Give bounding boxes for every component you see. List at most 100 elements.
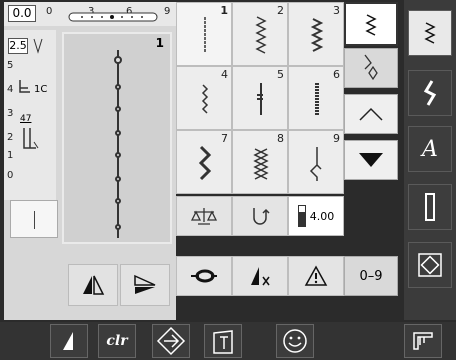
- zigzag-category-button[interactable]: [344, 2, 398, 46]
- clear-button[interactable]: clr: [98, 324, 136, 358]
- blind-stitch-icon: [309, 147, 322, 181]
- warning-icon: [304, 265, 328, 286]
- pattern-begin-icon: [251, 267, 270, 286]
- scroll-down-button[interactable]: [344, 140, 398, 180]
- sewing-machine-icon: [413, 332, 433, 350]
- stitch-point: [115, 106, 121, 112]
- mirror-vertical-button[interactable]: [120, 264, 170, 306]
- alphabets-button[interactable]: A: [408, 126, 452, 172]
- length-tick-0: 0: [7, 170, 14, 181]
- balance-scale-icon: [190, 208, 218, 225]
- vari-overlock-stitch-icon: [310, 18, 324, 52]
- mirror-horizontal-icon: [83, 275, 105, 295]
- stitch-width-setting-button[interactable]: 4.00: [288, 196, 344, 236]
- length-tick-3: 3: [7, 108, 14, 119]
- width-tick-9: 9: [164, 6, 171, 17]
- width-slider-icon[interactable]: [68, 11, 158, 25]
- needle-stop-button[interactable]: [176, 256, 232, 296]
- pattern-repeat-button[interactable]: [232, 196, 288, 236]
- presser-foot-label: 1C: [34, 84, 48, 95]
- presser-foot-icon: [19, 80, 30, 93]
- thread-tension-label: 47: [20, 114, 32, 124]
- alphabet-a-icon: A: [422, 136, 438, 162]
- stitch-1-button[interactable]: 1: [176, 2, 232, 66]
- straight-stitch-icon: [34, 211, 35, 229]
- pattern-begin-icon: [63, 332, 73, 350]
- stitch-9-button[interactable]: 9: [288, 130, 344, 194]
- width-tick-0: 0: [46, 6, 53, 17]
- smiley-icon: [283, 329, 307, 353]
- grid-controls: 0–9: [344, 2, 400, 320]
- numeric-entry-label: 0–9: [359, 268, 383, 284]
- clear-label: clr: [106, 333, 128, 349]
- stitch-point: [115, 224, 121, 230]
- stitch-width-value[interactable]: 0.0: [8, 5, 36, 22]
- practical-stitches-button[interactable]: [408, 10, 452, 56]
- buttonholes-button[interactable]: [408, 184, 452, 230]
- stitch-7-button[interactable]: 7: [176, 130, 232, 194]
- stitch-8-button[interactable]: 8: [232, 130, 288, 194]
- alternate-pattern-button[interactable]: [344, 48, 398, 88]
- triple-straight-stitch-icon: [315, 83, 319, 115]
- mirror-vertical-icon: [134, 274, 156, 294]
- scroll-up-button[interactable]: [344, 94, 398, 134]
- decorative-stitches-button[interactable]: [408, 70, 452, 116]
- length-tick-4: 4: [7, 84, 14, 95]
- pattern-begin-bottom-button[interactable]: [50, 324, 88, 358]
- stitch-3-button[interactable]: 3: [288, 2, 344, 66]
- stitch-point: [115, 84, 121, 90]
- alternate-pattern-icon: [364, 54, 378, 81]
- bottom-toolbar: clr: [0, 322, 456, 360]
- stitch-width-bar-icon: [297, 205, 306, 227]
- tutorial-button[interactable]: [204, 324, 242, 358]
- arrow-down-filled-icon: [359, 153, 383, 167]
- thread-tension-icon: [23, 128, 39, 149]
- practical-stitch-icon: [424, 22, 436, 44]
- stitch-4-button[interactable]: 4: [176, 66, 232, 130]
- left-panel: 0.0 0 3 6 9 2.5 5 4 3 2 1 0 1C 47 1: [4, 2, 176, 320]
- pattern-end-icon: [253, 208, 270, 225]
- stitch-line: [117, 50, 119, 238]
- straight-stitch-icon: [204, 17, 206, 53]
- length-tick-5: 5: [7, 60, 14, 71]
- eco-mode-button[interactable]: [276, 324, 314, 358]
- mirror-horizontal-button[interactable]: [68, 264, 118, 306]
- stitch-width-ruler: 0.0 0 3 6 9: [4, 2, 176, 26]
- running-stitch-icon: [201, 84, 209, 114]
- stitch-grid: 1 2 3 4 5 6 7 8 9 4.00: [176, 2, 344, 320]
- combi-arrow-icon: [156, 326, 186, 356]
- quilt-icon: [418, 253, 442, 277]
- stitch-point: [115, 176, 121, 182]
- stitch-2-button[interactable]: 2: [232, 2, 288, 66]
- stitch-point: [115, 152, 121, 158]
- stitch-6-button[interactable]: 6: [288, 66, 344, 130]
- stitch-preview: 1: [62, 32, 172, 244]
- buttonhole-icon: [425, 193, 435, 221]
- honeycomb-stitch-icon: [253, 148, 269, 180]
- stitch-length-value[interactable]: 2.5: [8, 38, 28, 54]
- combi-mode-button[interactable]: [152, 324, 190, 358]
- length-tick-2: 2: [7, 132, 14, 143]
- sewing-machine-screen: 0.0 0 3 6 9 2.5 5 4 3 2 1 0 1C 47 1 1 2 …: [0, 0, 456, 360]
- length-tick-1: 1: [7, 150, 14, 161]
- preview-pattern-number: 1: [155, 36, 164, 50]
- straight-stitch-view-button[interactable]: [10, 200, 58, 238]
- stitch-point: [115, 198, 121, 204]
- pattern-begin-button[interactable]: [232, 256, 288, 296]
- category-toolbar: A: [404, 0, 456, 320]
- triple-zigzag-stitch-icon: [198, 145, 212, 181]
- stitch-width-setting-value: 4.00: [309, 209, 335, 223]
- arrow-up-outline-icon: [359, 107, 383, 121]
- quilt-stitches-button[interactable]: [408, 242, 452, 288]
- stitch-length-ruler: 2.5 5 4 3 2 1 0 1C 47: [4, 30, 56, 200]
- stitch-5-button[interactable]: 5: [232, 66, 288, 130]
- zigzag-category-icon: [365, 14, 377, 36]
- stitch-point: [115, 130, 121, 136]
- numeric-entry-button[interactable]: 0–9: [344, 256, 398, 296]
- needle-icon: [33, 38, 43, 54]
- setup-program-button[interactable]: [404, 324, 442, 358]
- warning-button[interactable]: [288, 256, 344, 296]
- balance-button[interactable]: [176, 196, 232, 236]
- decorative-stitch-icon: [423, 80, 437, 106]
- stitch-point: [114, 56, 122, 64]
